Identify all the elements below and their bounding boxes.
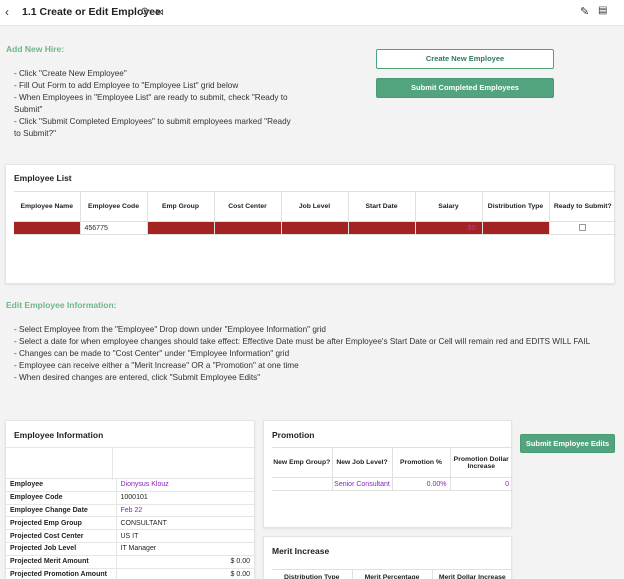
column-header[interactable]: Start Date [348, 191, 416, 222]
instruction-line: - Select a date for when employee change… [14, 337, 591, 346]
promotion-amount-value: $ 0.00 [116, 567, 254, 579]
top-bar: ‹ 1.1 Create or Edit Employee ⟳ ⋈ ✎ ▤ [0, 0, 624, 26]
employee-list-card: Employee List Employee Name Employee Cod… [5, 164, 616, 284]
merit-increase-card: Merit Increase Distribution Type Merit P… [263, 536, 512, 579]
add-new-hire-heading: Add New Hire: [6, 44, 65, 54]
edit-employee-heading: Edit Employee Information: [6, 300, 117, 310]
new-emp-group-cell[interactable] [272, 477, 333, 491]
row-label: Projected Emp Group [6, 516, 117, 530]
column-header[interactable]: Ready to Submit? [549, 191, 616, 222]
employee-information-grid: Employee Dionysus Klouz Employee Code 10… [6, 478, 254, 579]
table-row: Senior Consultant 0.00% 0 [272, 477, 512, 491]
instruction-line: - Click "Create New Employee" [14, 69, 127, 78]
merit-amount-value: $ 0.00 [116, 554, 254, 569]
promotion-title: Promotion [272, 430, 315, 440]
table-row: Employee Code 1000101 [6, 490, 254, 505]
column-header[interactable]: Cost Center [214, 191, 282, 222]
distribution-type-cell[interactable] [482, 221, 550, 235]
submit-completed-employees-button[interactable]: Submit Completed Employees [376, 78, 554, 98]
merit-increase-title: Merit Increase [272, 546, 330, 556]
back-icon[interactable]: ‹ [5, 5, 9, 19]
column-header[interactable]: Distribution Type [272, 569, 353, 579]
create-new-employee-button[interactable]: Create New Employee [376, 49, 554, 69]
column-header[interactable]: New Job Level? [332, 447, 393, 478]
row-label: Employee Code [6, 490, 117, 505]
row-label: Projected Cost Center [6, 529, 117, 543]
instruction-line: - Fill Out Form to add Employee to "Empl… [14, 81, 239, 90]
grid-header-spacer [6, 447, 256, 480]
column-header[interactable]: Promotion Dollar Increase [450, 447, 512, 478]
new-job-level-cell[interactable]: Senior Consultant [332, 477, 393, 491]
employee-dropdown[interactable]: Dionysus Klouz [116, 478, 254, 492]
instruction-line: - Click "Submit Completed Employees" to … [14, 117, 291, 126]
employee-name-cell[interactable] [14, 221, 81, 235]
instruction-line: - Select Employee from the "Employee" Dr… [14, 325, 326, 334]
ready-to-submit-cell[interactable] [549, 221, 616, 235]
instruction-line: - When desired changes are entered, clic… [14, 373, 261, 382]
employee-code-value: 1000101 [116, 490, 254, 505]
promotion-percent-cell[interactable]: 0.00% [392, 477, 451, 491]
salary-cell[interactable]: $0 [415, 221, 483, 235]
table-row: Projected Job Level IT Manager [6, 541, 254, 556]
add-hire-instructions: - Click "Create New Employee" - Fill Out… [14, 68, 314, 140]
instruction-line: to Submit?" [14, 129, 57, 138]
change-date-input[interactable]: Feb 22 [116, 503, 254, 517]
instruction-line: - Employee can receive either a "Merit I… [14, 361, 299, 370]
employee-information-card: Employee Information Employee Dionysus K… [5, 420, 256, 579]
table-row: Projected Emp Group CONSULTANT [6, 516, 254, 530]
column-header[interactable]: Employee Code [80, 191, 148, 222]
column-header[interactable]: Job Level [281, 191, 349, 222]
column-header[interactable]: Merit Dollar Increase [432, 569, 512, 579]
table-row: Employee Change Date Feb 22 [6, 503, 254, 517]
cost-center-cell[interactable] [214, 221, 282, 235]
refresh-icon[interactable]: ⟳ [141, 5, 150, 18]
row-label: Employee Change Date [6, 503, 117, 517]
column-header[interactable]: New Emp Group? [272, 447, 333, 478]
share-icon[interactable]: ⋈ [155, 7, 164, 18]
column-header[interactable]: Merit Percentage [352, 569, 433, 579]
edit-instructions: - Select Employee from the "Employee" Dr… [14, 324, 619, 384]
table-row: Employee Dionysus Klouz [6, 478, 254, 492]
employee-list-title: Employee List [14, 173, 72, 183]
job-level-cell[interactable] [281, 221, 349, 235]
emp-group-value: CONSULTANT [116, 516, 254, 530]
instruction-line: Submit" [14, 105, 43, 114]
column-header[interactable]: Emp Group [147, 191, 215, 222]
employee-code-cell[interactable]: 456775 [80, 221, 148, 235]
table-row: 456775 $0 [14, 221, 616, 235]
instruction-line: - When Employees in "Employee List" are … [14, 93, 288, 102]
ready-to-submit-checkbox[interactable] [579, 223, 587, 231]
job-level-value: IT Manager [116, 541, 254, 556]
column-header[interactable]: Distribution Type [482, 191, 550, 222]
employee-list-grid: Employee Name Employee Code Emp Group Co… [14, 191, 616, 235]
merit-grid: Distribution Type Merit Percentage Merit… [272, 569, 512, 579]
emp-group-cell[interactable] [147, 221, 215, 235]
instruction-line: - Changes can be made to "Cost Center" u… [14, 349, 290, 358]
submit-employee-edits-button[interactable]: Submit Employee Edits [520, 434, 615, 453]
comment-icon[interactable]: ▤ [598, 5, 607, 16]
row-label: Projected Job Level [6, 541, 117, 556]
table-row: Projected Merit Amount $ 0.00 [6, 554, 254, 569]
row-label: Projected Promotion Amount [6, 567, 117, 579]
start-date-cell[interactable] [348, 221, 416, 235]
column-header[interactable]: Employee Name [14, 191, 81, 222]
column-header[interactable]: Salary [415, 191, 483, 222]
promotion-dollar-cell[interactable]: 0 [450, 477, 512, 491]
edit-icon[interactable]: ✎ [580, 5, 589, 18]
column-divider [112, 448, 113, 480]
employee-information-title: Employee Information [14, 430, 104, 440]
table-row: Projected Cost Center US IT [6, 529, 254, 543]
row-label: Projected Merit Amount [6, 554, 117, 569]
table-row: Projected Promotion Amount $ 0.00 [6, 567, 254, 579]
promotion-card: Promotion New Emp Group? New Job Level? … [263, 420, 512, 528]
row-label: Employee [6, 478, 117, 492]
promotion-grid: New Emp Group? New Job Level? Promotion … [272, 447, 512, 491]
column-header[interactable]: Promotion % [392, 447, 451, 478]
cost-center-input[interactable]: US IT [116, 529, 254, 543]
